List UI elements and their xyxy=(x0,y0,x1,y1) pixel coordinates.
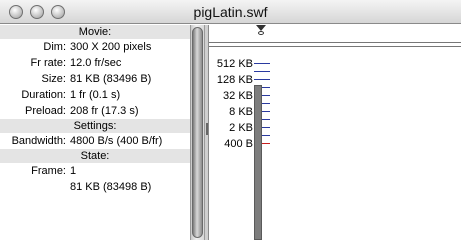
vertical-scrollbar[interactable] xyxy=(190,25,205,240)
section-header-movie: Movie: xyxy=(0,25,190,39)
info-row-preload: Preload: 208 fr (17.3 s) xyxy=(0,103,190,119)
timeline-divider xyxy=(209,46,461,47)
info-row-state-size: 81 KB (83498 B) xyxy=(0,179,190,195)
dim-label: Dim: xyxy=(43,41,66,53)
info-row-frame-rate: Fr rate: 12.0 fr/sec xyxy=(0,55,190,71)
title-bar: pigLatin.swf xyxy=(0,0,461,24)
info-panel: Movie: Dim: 300 X 200 pixels Fr rate: 12… xyxy=(0,25,190,240)
bandwidth-profiler: 512 KB 128 KB 32 KB 8 KB 2 KB 400 B xyxy=(209,25,461,240)
duration-label: Duration: xyxy=(21,89,66,101)
graph-tick-128kb xyxy=(254,79,270,80)
scrollbar-thumb[interactable] xyxy=(192,27,203,238)
frame-1-data-bar[interactable] xyxy=(254,85,262,240)
bandwidth-value: 4800 B/s (400 B/fr) xyxy=(70,135,163,147)
info-row-frame: Frame: 1 xyxy=(0,163,190,179)
playhead-handle-icon[interactable] xyxy=(258,31,264,35)
frame-value: 1 xyxy=(70,165,77,177)
info-row-size: Size: 81 KB (83496 B) xyxy=(0,71,190,87)
state-size-value: 81 KB (83498 B) xyxy=(70,181,152,193)
frame-rate-value: 12.0 fr/sec xyxy=(70,57,122,69)
preload-label: Preload: xyxy=(25,105,66,117)
size-value: 81 KB (83496 B) xyxy=(70,73,152,85)
graph-label-32kb: 32 KB xyxy=(223,90,253,102)
graph-label-400b: 400 B xyxy=(224,138,253,150)
section-header-state: State: xyxy=(0,149,190,163)
bandwidth-label: Bandwidth: xyxy=(11,135,66,147)
duration-value: 1 fr (0.1 s) xyxy=(70,89,121,101)
dim-value: 300 X 200 pixels xyxy=(70,41,152,53)
info-row-duration: Duration: 1 fr (0.1 s) xyxy=(0,87,190,103)
frame-rate-label: Fr rate: xyxy=(30,57,66,69)
graph-tick-512kb xyxy=(254,63,270,64)
window-title: pigLatin.swf xyxy=(193,4,268,20)
preload-value: 208 fr (17.3 s) xyxy=(70,105,139,117)
graph-tick-minor xyxy=(254,71,270,72)
frame-timeline[interactable] xyxy=(209,25,461,43)
graph-label-128kb: 128 KB xyxy=(216,74,253,86)
graph-label-512kb: 512 KB xyxy=(216,58,253,70)
frame-label: Frame: xyxy=(31,165,66,177)
info-row-dim: Dim: 300 X 200 pixels xyxy=(0,39,190,55)
graph-label-8kb: 8 KB xyxy=(229,106,253,118)
graph-label-2kb: 2 KB xyxy=(229,122,253,134)
splitter-grip-icon xyxy=(206,123,208,135)
info-row-bandwidth: Bandwidth: 4800 B/s (400 B/fr) xyxy=(0,133,190,149)
section-header-settings: Settings: xyxy=(0,119,190,133)
size-label: Size: xyxy=(41,73,66,85)
